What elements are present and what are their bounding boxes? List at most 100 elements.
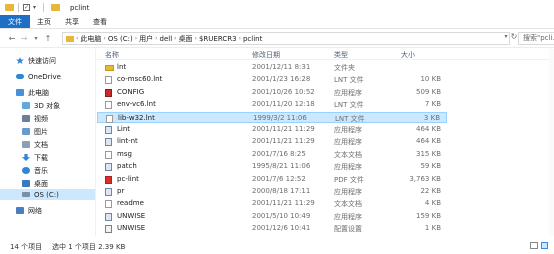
- sidebar-item-documents[interactable]: 文档: [22, 139, 48, 150]
- tab-home[interactable]: 主页: [30, 15, 58, 28]
- breadcrumb-current[interactable]: pclint: [243, 35, 262, 43]
- file-row[interactable]: msg 2001/7/16 8:25 文本文档 315 KB: [97, 149, 447, 160]
- search-input[interactable]: 搜索"pcli...: [518, 32, 554, 45]
- vertical-scrollbar[interactable]: [549, 49, 554, 236]
- file-date: 2001/11/20 12:18: [252, 100, 315, 109]
- tab-view[interactable]: 查看: [86, 15, 114, 28]
- application-icon: [105, 212, 112, 221]
- file-size: 464 KB: [416, 137, 441, 146]
- file-row[interactable]: patch 1995/8/21 11:06 应用程序 59 KB: [97, 161, 447, 172]
- download-icon: [22, 154, 30, 161]
- sidebar-item-onedrive[interactable]: OneDrive: [16, 71, 61, 82]
- file-name: lint-nt: [117, 137, 138, 146]
- tab-share[interactable]: 共享: [58, 15, 86, 28]
- file-row[interactable]: Lint 2001/11/21 11:29 应用程序 464 KB: [97, 124, 447, 135]
- breadcrumb-drive[interactable]: OS (C:): [108, 35, 133, 43]
- application-icon: [105, 126, 112, 134]
- application-icon: [105, 138, 112, 147]
- sidebar-item-os-drive[interactable]: OS (C:): [0, 189, 95, 200]
- breadcrumb-this-pc[interactable]: 此电脑: [80, 34, 101, 44]
- file-row[interactable]: UNWISE 2001/5/10 10:49 应用程序 159 KB: [97, 211, 447, 222]
- cloud-icon: [16, 74, 24, 79]
- breadcrumb-user[interactable]: dell: [160, 35, 173, 43]
- file-name: UNWISE: [117, 211, 146, 220]
- divider: [43, 3, 44, 12]
- file-size: 509 KB: [416, 87, 441, 96]
- folder-icon: [5, 4, 14, 11]
- sidebar-item-quick-access[interactable]: 快速访问: [16, 55, 56, 66]
- sidebar-item-network[interactable]: 网络: [16, 205, 42, 216]
- sidebar-item-downloads[interactable]: 下载: [22, 152, 48, 163]
- title-bar: ✓ ▾ pclint: [0, 0, 554, 15]
- column-header-size[interactable]: 大小: [401, 50, 415, 60]
- file-size: 7 KB: [424, 100, 441, 109]
- file-date: 2001/12/11 8:31: [252, 63, 311, 71]
- file-row[interactable]: UNWISE 2001/12/6 10:41 配置设置 1 KB: [97, 223, 447, 234]
- document-icon: [22, 141, 30, 148]
- file-row[interactable]: co-msc60.lnt 2001/1/23 16:28 LNT 文件 10 KB: [97, 74, 447, 85]
- column-header-name[interactable]: 名称: [105, 50, 119, 60]
- tab-file[interactable]: 文件: [0, 15, 30, 28]
- picture-icon: [22, 128, 30, 135]
- breadcrumb-folder[interactable]: $RUERCR3: [199, 35, 237, 43]
- file-name: pr: [117, 187, 125, 195]
- file-type: LNT 文件: [334, 76, 364, 85]
- forward-arrow-icon[interactable]: →: [18, 34, 30, 43]
- file-size: 10 KB: [420, 75, 441, 84]
- file-size: 464 KB: [416, 125, 441, 133]
- chevron-right-icon: ›: [238, 35, 241, 42]
- file-name: readme: [117, 199, 144, 208]
- details-view-icon[interactable]: [530, 242, 538, 249]
- large-icons-view-icon[interactable]: [541, 242, 548, 249]
- breadcrumb-users[interactable]: 用户: [139, 34, 153, 44]
- up-arrow-icon[interactable]: ↑: [42, 34, 54, 43]
- chevron-right-icon: ›: [76, 35, 79, 42]
- column-header-type[interactable]: 类型: [334, 50, 348, 60]
- file-type: PDF 文件: [334, 175, 364, 184]
- folder-icon: [51, 4, 60, 11]
- file-row[interactable]: env-vc6.lnt 2001/11/20 12:18 LNT 文件 7 KB: [97, 99, 447, 110]
- file-row[interactable]: pc-lint 2001/7/6 12:52 PDF 文件 3,763 KB: [97, 174, 447, 185]
- selection-info: 选中 1 个项目 2.39 KB: [52, 243, 126, 251]
- file-date: 2001/5/10 10:49: [252, 211, 311, 220]
- file-row[interactable]: readme 2001/11/21 11:29 文本文档 4 KB: [97, 198, 447, 209]
- file-name: CONFIG: [117, 87, 145, 96]
- file-name: patch: [117, 162, 137, 171]
- window-title: pclint: [70, 3, 90, 12]
- column-header-date[interactable]: 修改日期: [252, 50, 280, 60]
- sidebar-item-label: 音乐: [34, 166, 48, 175]
- breadcrumb-desktop[interactable]: 桌面: [179, 34, 193, 44]
- file-name: msg: [117, 149, 132, 158]
- item-count: 14 个项目: [10, 243, 43, 251]
- file-row[interactable]: pr 2000/8/18 17:11 应用程序 22 KB: [97, 186, 447, 197]
- file-size: 315 KB: [416, 149, 441, 158]
- sidebar-item-desktop[interactable]: 桌面: [22, 178, 48, 189]
- sidebar-item-label: 3D 对象: [34, 101, 61, 110]
- file-type: 应用程序: [334, 212, 362, 221]
- desktop-icon: [22, 180, 30, 187]
- file-date: 1999/3/2 11:06: [253, 113, 307, 122]
- video-icon: [22, 115, 30, 122]
- file-row[interactable]: lnt 2001/12/11 8:31 文件夹: [97, 62, 447, 73]
- file-row[interactable]: lib-w32.lnt 1999/3/2 11:06 LNT 文件 3 KB: [97, 111, 447, 123]
- sidebar-item-3d-objects[interactable]: 3D 对象: [22, 100, 60, 111]
- sidebar-item-this-pc[interactable]: 此电脑: [16, 87, 49, 98]
- sidebar-item-label: 桌面: [34, 179, 48, 188]
- file-row[interactable]: lint-nt 2001/11/21 11:29 应用程序 464 KB: [97, 136, 447, 147]
- dropdown-arrow-icon[interactable]: ▾: [33, 4, 39, 11]
- file-row[interactable]: CONFIG 2001/10/26 10:52 应用程序 509 KB: [97, 87, 447, 98]
- file-date: 2001/7/16 8:25: [252, 149, 306, 158]
- file-date: 2000/8/18 17:11: [252, 187, 311, 195]
- sidebar-item-pictures[interactable]: 图片: [22, 126, 48, 137]
- chevron-right-icon: ›: [134, 35, 138, 42]
- file-date: 2001/11/21 11:29: [252, 125, 315, 133]
- sidebar-item-label: 此电脑: [28, 88, 49, 97]
- recent-dropdown-icon[interactable]: ▾: [30, 35, 42, 42]
- file-size: 1 KB: [424, 224, 441, 233]
- checkmark-icon[interactable]: ✓: [23, 4, 30, 11]
- back-arrow-icon[interactable]: ←: [6, 34, 18, 43]
- address-bar[interactable]: › 此电脑 › OS (C:) › 用户 › dell › 桌面 › $RUER…: [62, 32, 510, 45]
- sidebar-item-videos[interactable]: 视频: [22, 113, 48, 124]
- sidebar-item-music[interactable]: 音乐: [22, 165, 48, 176]
- divider: [18, 3, 19, 12]
